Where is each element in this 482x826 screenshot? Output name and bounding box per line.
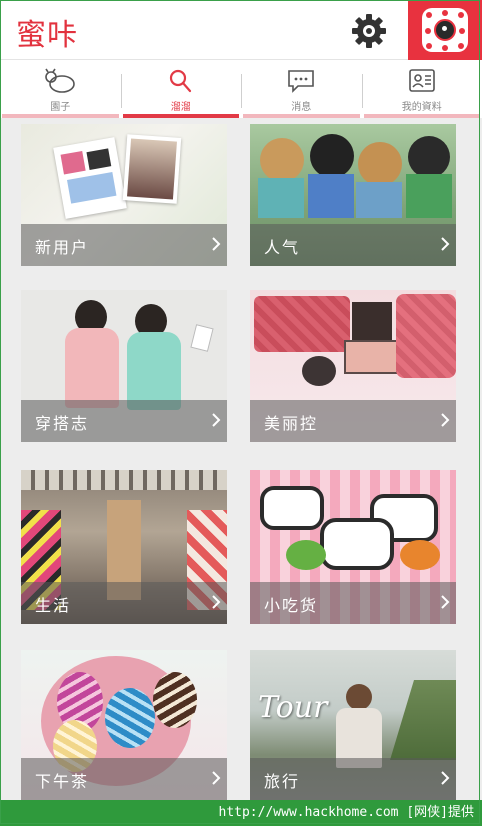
- category-card-afternoon-tea[interactable]: 下午茶: [21, 650, 227, 800]
- category-caption: 穿搭志: [21, 400, 227, 442]
- chevron-right-icon: [212, 413, 221, 427]
- category-title: 人气: [264, 238, 301, 257]
- tab-underline: [122, 114, 239, 118]
- chevron-right-icon: [441, 413, 450, 427]
- tab-messages[interactable]: 消息: [241, 60, 362, 118]
- gear-icon[interactable]: [350, 12, 388, 50]
- category-title: 生活: [35, 596, 72, 615]
- tab-underline: [363, 114, 480, 118]
- tab-underline: [2, 114, 119, 118]
- tab-label: 我的資料: [401, 102, 442, 113]
- category-title: 小吃货: [264, 596, 319, 615]
- category-title: 新用户: [35, 238, 90, 257]
- chevron-right-icon: [212, 237, 221, 251]
- category-title: 旅行: [264, 772, 301, 791]
- category-card-life[interactable]: 生活: [21, 470, 227, 624]
- tab-label: 園子: [50, 102, 71, 113]
- category-caption: 人气: [250, 224, 456, 266]
- category-caption: 小吃货: [250, 582, 456, 624]
- category-card-outfits[interactable]: 穿搭志: [21, 290, 227, 442]
- watermark-bar: http://www.hackhome.com [网侠]提供: [0, 800, 482, 826]
- category-title: 美丽控: [264, 414, 319, 433]
- category-card-beauty[interactable]: 美丽控: [250, 290, 456, 442]
- tab-label: 溜溜: [170, 102, 191, 113]
- category-caption: 旅行: [250, 758, 456, 800]
- chevron-right-icon: [441, 595, 450, 609]
- camera-icon: [422, 8, 468, 52]
- tab-garden[interactable]: 園子: [0, 60, 121, 118]
- profile-card-icon: [408, 69, 435, 92]
- garden-icon: [45, 68, 76, 93]
- tab-profile[interactable]: 我的資料: [361, 60, 482, 118]
- category-card-foodies[interactable]: 小吃货: [250, 470, 456, 624]
- category-title: 下午茶: [35, 772, 90, 791]
- category-card-travel[interactable]: Tour 旅行: [250, 650, 456, 800]
- tab-bar: 園子 溜溜 消息 我的資料: [0, 60, 482, 118]
- chevron-right-icon: [441, 237, 450, 251]
- tab-explore[interactable]: 溜溜: [120, 60, 242, 118]
- chevron-right-icon: [441, 771, 450, 785]
- category-caption: 美丽控: [250, 400, 456, 442]
- category-caption: 新用户: [21, 224, 227, 266]
- chevron-right-icon: [212, 595, 221, 609]
- category-title: 穿搭志: [35, 414, 90, 433]
- chevron-right-icon: [212, 771, 221, 785]
- app-header: 蜜咔: [0, 0, 482, 60]
- search-icon: [169, 69, 191, 93]
- category-card-new-users[interactable]: 新用户: [21, 124, 227, 266]
- app-logo: 蜜咔: [16, 18, 78, 53]
- category-caption: 生活: [21, 582, 227, 624]
- camera-button[interactable]: [408, 0, 482, 60]
- tab-underline: [243, 114, 360, 118]
- category-caption: 下午茶: [21, 758, 227, 800]
- message-icon: [288, 70, 315, 93]
- tour-photo-text: Tour: [258, 690, 328, 725]
- category-card-popular[interactable]: 人气: [250, 124, 456, 266]
- tab-label: 消息: [291, 102, 312, 113]
